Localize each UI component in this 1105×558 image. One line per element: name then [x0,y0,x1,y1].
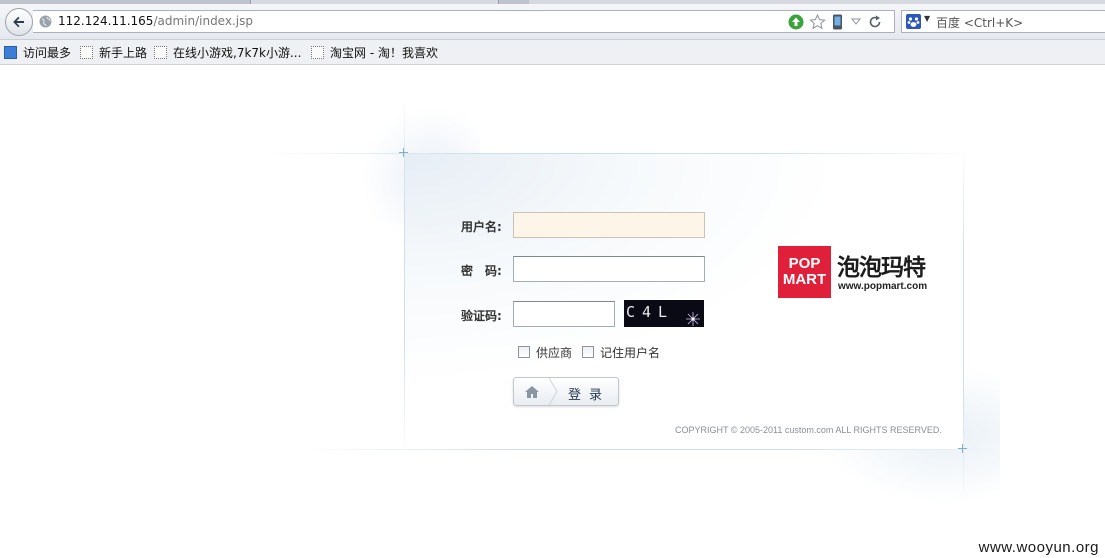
baidu-paw-icon[interactable] [906,14,921,29]
username-input[interactable] [513,212,705,238]
bookmark-most-visited[interactable]: 访问最多 [4,44,71,60]
remember-username-checkbox[interactable] [582,346,594,358]
url-actions [788,13,888,33]
bookmark-taobao[interactable]: 淘宝网 - 淘！我喜欢 [311,44,438,60]
mobile-icon[interactable] [832,14,843,33]
logo-line1: POP [788,255,821,272]
sparkle-icon [399,148,408,157]
brand-website: www.popmart.com [838,281,928,292]
logo-line2: MART [782,271,827,288]
bookmark-getting-started[interactable]: 新手上路 [80,44,147,60]
captcha-text: C4L [626,303,675,321]
go-icon[interactable] [788,14,804,33]
bookmark-label: 在线小游戏,7k7k小游... [173,46,302,60]
sparkle-icon [958,444,967,453]
button-separator [548,378,558,405]
username-label: 用户名: [461,220,502,234]
login-button[interactable]: 登录 [513,377,619,406]
logo-badge: POP MART [778,246,831,298]
search-placeholder: <Ctrl+K> [963,16,1024,30]
popmart-logo: POP MART 泡泡玛特 www.popmart.com [778,246,938,298]
page-icon [154,46,167,59]
dropdown-icon[interactable] [850,14,862,33]
home-icon [525,386,539,398]
search-engine-name: 百度 [936,16,961,30]
navigation-toolbar: 112.124.11.165/admin/index.jsp ▼ 百度 <Ctr… [0,4,1105,40]
password-input[interactable] [513,256,705,282]
captcha-label: 验证码: [461,309,502,323]
brand-name: 泡泡玛特 [837,255,926,281]
address-bar[interactable]: 112.124.11.165/admin/index.jsp [33,10,895,33]
watermark: www.wooyun.org [978,539,1099,556]
globe-icon [39,15,52,28]
supplier-checkbox[interactable] [518,346,530,358]
search-engine-dropdown-icon[interactable]: ▼ [924,14,930,23]
decorative-line [300,449,1000,450]
bookmark-label: 新手上路 [99,46,148,60]
bookmark-label: 淘宝网 - 淘！我喜欢 [330,46,438,60]
url-path: /admin/index.jsp [153,14,253,28]
page-icon [80,46,93,59]
captcha-noise [686,312,700,326]
reload-icon[interactable] [868,14,882,33]
url-host: 112.124.11.165 [58,14,154,28]
search-input[interactable]: 百度 <Ctrl+K> [936,14,1023,31]
bookmark-star-icon[interactable] [809,13,826,33]
bookmark-7k7k[interactable]: 在线小游戏,7k7k小游... [154,44,301,60]
decorative-line [260,153,980,154]
copyright-text: COPYRIGHT © 2005-2011 custom.com ALL RIG… [675,425,942,435]
url-text[interactable]: 112.124.11.165/admin/index.jsp [58,14,253,28]
remember-username-label: 记住用户名 [600,346,661,360]
supplier-label: 供应商 [536,346,573,360]
bookmarks-toolbar: 访问最多 新手上路 在线小游戏,7k7k小游... 淘宝网 - 淘！我喜欢 [0,40,1105,65]
captcha-image[interactable]: C4L [624,300,704,327]
password-label: 密 码: [461,264,502,278]
captcha-input[interactable] [513,301,615,327]
page-icon [311,46,324,59]
back-button[interactable] [5,8,33,36]
page-content: 用户名: 密 码: 验证码: C4L 供应商 记住用户名 登录 POP MART… [0,65,1105,558]
login-button-label: 登录 [568,388,611,403]
most-visited-icon [4,46,17,59]
bookmark-label: 访问最多 [23,46,72,60]
search-bar[interactable]: ▼ 百度 <Ctrl+K> [901,10,1105,33]
back-arrow-icon [13,16,24,28]
